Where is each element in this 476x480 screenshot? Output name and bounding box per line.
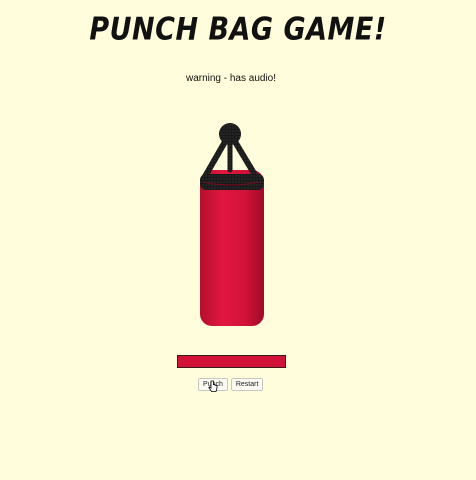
game-title: PUNCH BAG GAME! bbox=[89, 11, 387, 48]
bag-body bbox=[200, 170, 264, 326]
punch-bag[interactable] bbox=[190, 118, 280, 333]
health-fill bbox=[178, 356, 285, 367]
audio-warning: warning - has audio! bbox=[185, 73, 277, 84]
health-bar bbox=[177, 355, 286, 368]
punch-bag-graphic bbox=[200, 123, 264, 326]
hand-pointer-icon bbox=[208, 380, 218, 392]
restart-button[interactable]: Restart bbox=[230, 378, 264, 391]
